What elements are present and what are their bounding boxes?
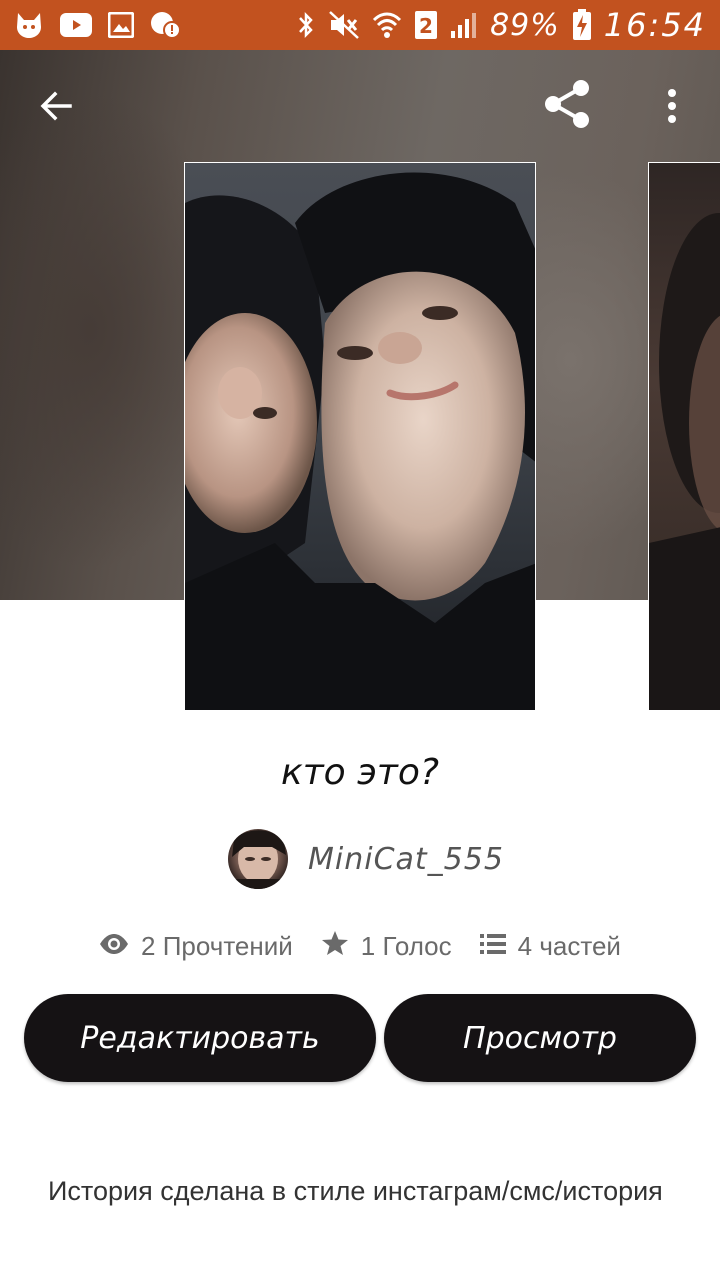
arrow-left-icon xyxy=(36,86,76,130)
youtube-icon xyxy=(60,13,92,37)
share-icon xyxy=(542,78,594,134)
votes-stat: 1 Голос xyxy=(321,930,452,963)
eye-icon xyxy=(99,931,129,962)
story-stats: 2 Прочтений 1 Голос 4 частей xyxy=(0,924,720,968)
story-title: кто это? xyxy=(280,752,440,793)
story-cover[interactable] xyxy=(184,162,536,711)
avatar[interactable] xyxy=(228,829,288,889)
next-story-cover[interactable] xyxy=(648,162,720,711)
more-options-button[interactable] xyxy=(650,80,694,136)
alert-chat-icon xyxy=(150,11,180,39)
clock: 16:54 xyxy=(603,6,706,44)
more-vert-icon xyxy=(666,88,678,128)
parts-stat: 4 частей xyxy=(479,930,621,962)
parts-count: 4 частей xyxy=(517,930,621,961)
svg-text:2: 2 xyxy=(419,14,433,38)
reads-stat: 2 Прочтений xyxy=(99,931,293,962)
status-bar: 2 89% 16:54 xyxy=(0,0,720,50)
cat-notification-icon xyxy=(14,11,44,39)
back-button[interactable] xyxy=(28,80,84,136)
story-description: История сделана в стиле инстаграм/смс/ис… xyxy=(48,1176,663,1206)
edit-button[interactable]: Редактировать xyxy=(24,994,376,1082)
preview-button[interactable]: Просмотр xyxy=(384,994,696,1082)
bluetooth-icon xyxy=(296,10,316,40)
author-name[interactable]: MiniCat_555 xyxy=(308,842,504,877)
mute-icon xyxy=(328,10,360,40)
wifi-icon xyxy=(372,11,402,39)
gallery-icon xyxy=(108,12,134,38)
share-button[interactable] xyxy=(538,76,598,136)
votes-count: 1 Голос xyxy=(360,930,452,961)
battery-percent: 89% xyxy=(490,7,560,43)
sim-icon: 2 xyxy=(414,10,438,40)
list-icon xyxy=(479,931,506,962)
battery-charging-icon xyxy=(572,9,592,41)
author-row[interactable]: MiniCat_555 xyxy=(228,828,504,890)
reads-count: 2 Прочтений xyxy=(141,930,293,961)
star-icon xyxy=(321,930,349,963)
signal-icon xyxy=(450,11,478,39)
